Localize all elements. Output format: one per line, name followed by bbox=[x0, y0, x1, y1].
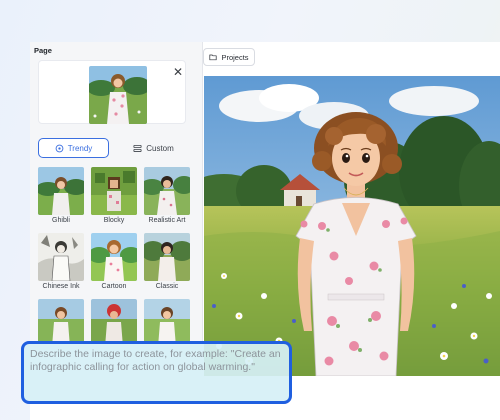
panel-title: Page bbox=[34, 46, 52, 55]
style-thumbnail bbox=[38, 233, 84, 281]
style-thumbnail bbox=[144, 299, 190, 342]
folder-icon bbox=[209, 54, 218, 61]
tab-label: Custom bbox=[146, 143, 174, 153]
style-label: Realistic Art bbox=[148, 217, 186, 224]
tab-custom[interactable]: Custom bbox=[118, 138, 189, 158]
style-card-ghibli[interactable]: Ghibli bbox=[38, 167, 84, 231]
style-thumbnail bbox=[91, 233, 137, 281]
sparkle-icon bbox=[55, 144, 64, 152]
style-thumbnail bbox=[38, 167, 84, 215]
tab-trendy[interactable]: Trendy bbox=[38, 138, 109, 158]
style-card[interactable] bbox=[144, 299, 190, 342]
prompt-placeholder: Describe the image to create, for exampl… bbox=[30, 348, 281, 373]
tab-label: Trendy bbox=[67, 143, 93, 153]
generated-image bbox=[204, 76, 500, 376]
style-card-classic[interactable]: Classic bbox=[144, 233, 190, 297]
generated-image-canvas[interactable] bbox=[204, 76, 500, 376]
style-thumbnail bbox=[38, 299, 84, 342]
style-label: Blocky bbox=[103, 217, 125, 224]
projects-button[interactable]: Projects bbox=[203, 48, 255, 66]
style-thumbnail bbox=[144, 233, 190, 281]
style-panel: Page ✕ Trendy Custom Ghibli Blocky Reali… bbox=[30, 42, 203, 342]
style-label: Classic bbox=[155, 283, 179, 290]
style-card-cartoon[interactable]: Cartoon bbox=[91, 233, 137, 297]
style-label: Chinese Ink bbox=[42, 283, 80, 290]
reference-image-thumbnail[interactable] bbox=[89, 66, 147, 124]
style-thumbnail bbox=[144, 167, 190, 215]
style-label: Ghibli bbox=[52, 217, 70, 224]
style-card-realistic-art[interactable]: Realistic Art bbox=[144, 167, 190, 231]
close-icon[interactable]: ✕ bbox=[172, 66, 184, 78]
sliders-icon bbox=[133, 144, 142, 152]
prompt-input[interactable]: Describe the image to create, for exampl… bbox=[21, 341, 292, 404]
style-card[interactable] bbox=[38, 299, 84, 342]
style-card-blocky[interactable]: Blocky bbox=[91, 167, 137, 231]
style-thumbnail bbox=[91, 299, 137, 342]
style-card-chinese-ink[interactable]: Chinese Ink bbox=[38, 233, 84, 297]
style-card[interactable] bbox=[91, 299, 137, 342]
reference-image-box bbox=[38, 60, 186, 124]
style-tabs: Trendy Custom bbox=[38, 138, 193, 158]
style-label: Cartoon bbox=[101, 283, 127, 290]
style-thumbnail bbox=[91, 167, 137, 215]
projects-label: Projects bbox=[221, 52, 249, 62]
